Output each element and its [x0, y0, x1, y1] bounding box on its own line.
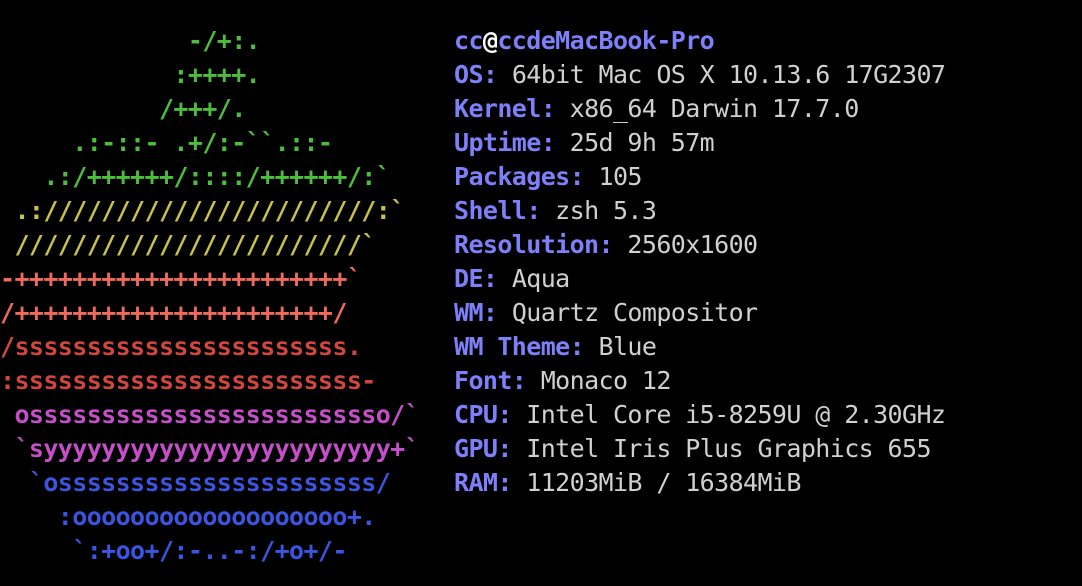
- info-label: RAM:: [454, 468, 512, 497]
- system-info-panel: cc@ccdeMacBook-Pro OS: 64bit Mac OS X 10…: [454, 24, 1074, 500]
- logo-line: .:-::- .+/:-``.::-: [0, 128, 333, 157]
- info-value: x86_64 Darwin 17.7.0: [569, 94, 860, 123]
- logo-line: `syyyyyyyyyyyyyyyyyyyyyyyy+`: [0, 434, 420, 463]
- info-label: Font:: [454, 366, 527, 395]
- info-label: WM:: [454, 298, 498, 327]
- logo-line: :ooooooooooooooooooo+.: [0, 502, 377, 531]
- info-label: Packages:: [454, 162, 585, 191]
- info-label: Shell:: [454, 196, 541, 225]
- info-label: GPU:: [454, 434, 512, 463]
- info-row-gpu: GPU: Intel Iris Plus Graphics 655: [454, 432, 1074, 466]
- info-row-os: OS: 64bit Mac OS X 10.13.6 17G2307: [454, 58, 1074, 92]
- info-label: Resolution:: [454, 230, 614, 259]
- info-row-kernel: Kernel: x86_64 Darwin 17.7.0: [454, 92, 1074, 126]
- logo-line: .:/++++++/::::/++++++/:`: [0, 162, 391, 191]
- at-sign: @: [482, 26, 498, 55]
- logo-line: `:+oo+/:-..-:/+o+/-: [0, 536, 347, 565]
- info-value: 25d 9h 57m: [569, 128, 715, 157]
- info-row-cpu: CPU: Intel Core i5-8259U @ 2.30GHz: [454, 398, 1074, 432]
- info-label: WM Theme:: [454, 332, 585, 361]
- logo-line: -/+:.: [0, 26, 261, 55]
- info-label: Kernel:: [454, 94, 556, 123]
- logo-line: :ssssssssssssssssssssssss-: [0, 366, 376, 395]
- logo-line: `ossssssssssssssssssssss/: [0, 468, 391, 497]
- logo-line: /sssssssssssssssssssssss.: [0, 332, 362, 361]
- info-row-ram: RAM: 11203MiB / 16384MiB: [454, 466, 1074, 500]
- info-row-wm-theme: WM Theme: Blue: [454, 330, 1074, 364]
- user-host-line: cc@ccdeMacBook-Pro: [454, 24, 1074, 58]
- logo-line: /++++++++++++++++++++++/: [0, 298, 347, 327]
- info-row-resolution: Resolution: 2560x1600: [454, 228, 1074, 262]
- info-label: Uptime:: [454, 128, 556, 157]
- info-row-packages: Packages: 105: [454, 160, 1074, 194]
- info-value: 11203MiB / 16384MiB: [526, 468, 801, 497]
- info-value: 2560x1600: [627, 230, 758, 259]
- logo-line: ////////////////////////`: [0, 230, 376, 259]
- logo-line: :++++.: [0, 60, 261, 89]
- terminal-window[interactable]: -/+:. :++++. /+++/. .:-::- .+/:-``.::- .…: [0, 0, 1082, 586]
- info-value: Aqua: [511, 264, 570, 293]
- info-value: Intel Core i5-8259U @ 2.30GHz: [526, 400, 946, 429]
- hostname: ccdeMacBook-Pro: [497, 26, 715, 55]
- logo-line: -+++++++++++++++++++++++`: [0, 264, 362, 293]
- info-row-wm: WM: Quartz Compositor: [454, 296, 1074, 330]
- info-label: OS:: [454, 60, 498, 89]
- logo-line: /+++/.: [0, 94, 246, 123]
- logo-line: .:///////////////////////:`: [0, 196, 405, 225]
- apple-ascii-logo: -/+:. :++++. /+++/. .:-::- .+/:-``.::- .…: [0, 24, 440, 568]
- logo-line: osssssssssssssssssssssssso/`: [0, 400, 420, 429]
- info-value: Monaco 12: [540, 366, 672, 395]
- info-label: CPU:: [454, 400, 512, 429]
- username: cc: [454, 26, 484, 55]
- info-value: zsh 5.3: [555, 196, 657, 225]
- info-value: Blue: [598, 332, 657, 361]
- info-value: 64bit Mac OS X 10.13.6 17G2307: [511, 60, 946, 89]
- info-value: Intel Iris Plus Graphics 655: [526, 434, 931, 463]
- info-row-uptime: Uptime: 25d 9h 57m: [454, 126, 1074, 160]
- info-value: Quartz Compositor: [511, 298, 758, 327]
- info-row-font: Font: Monaco 12: [454, 364, 1074, 398]
- info-row-de: DE: Aqua: [454, 262, 1074, 296]
- info-label: DE:: [454, 264, 498, 293]
- info-value: 105: [598, 162, 643, 191]
- info-row-shell: Shell: zsh 5.3: [454, 194, 1074, 228]
